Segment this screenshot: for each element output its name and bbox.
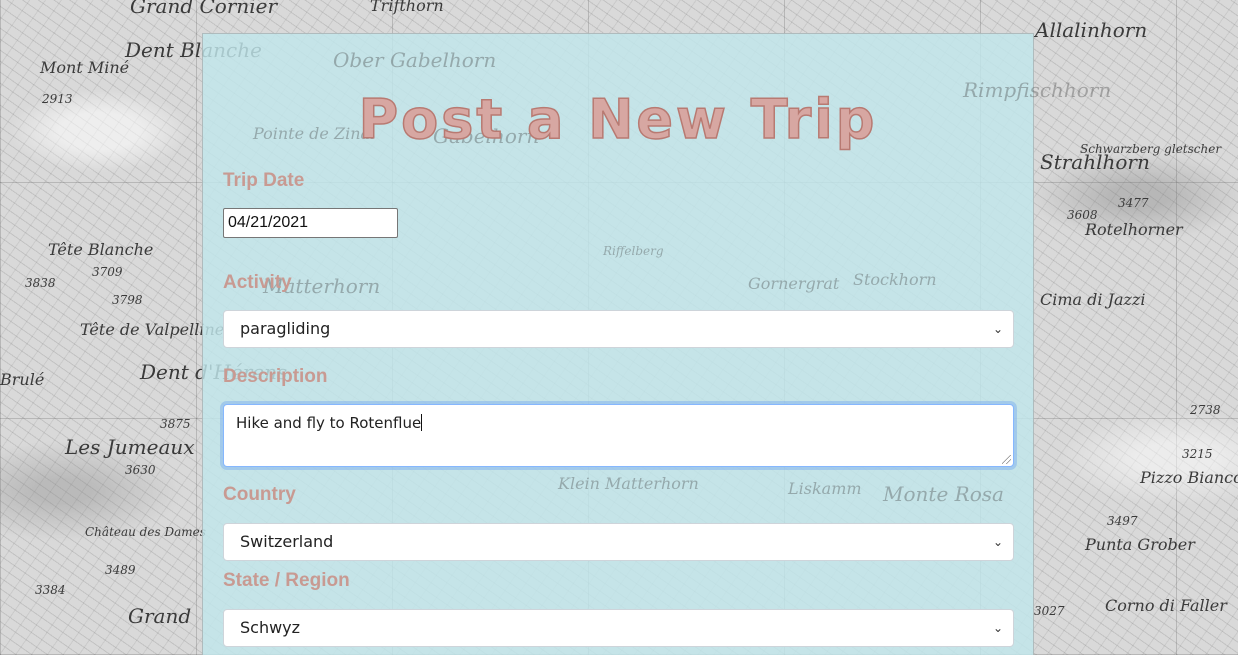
spot-height: 3477 (1118, 196, 1149, 210)
spot-height: 2913 (42, 92, 73, 106)
spot-height: 3608 (1067, 208, 1098, 222)
spot-height: 3875 (160, 417, 191, 431)
map-label: Les Jumeaux (65, 435, 195, 459)
map-label: Trifthorn (370, 0, 444, 15)
spot-height: 3497 (1107, 514, 1138, 528)
map-label: Château des Dames (85, 525, 206, 539)
spot-height: 3489 (105, 563, 136, 577)
country-select[interactable]: Switzerland ⌄ (223, 523, 1014, 561)
state-region-select[interactable]: Schwyz ⌄ (223, 609, 1014, 647)
spot-height: 3215 (1182, 447, 1213, 461)
spot-height: 3798 (112, 293, 143, 307)
map-label: Grand Cornier (130, 0, 278, 18)
spot-height: 3838 (25, 276, 56, 290)
chevron-down-icon: ⌄ (992, 621, 1003, 635)
map-label: Klein Matterhorn (558, 474, 699, 493)
map-label: Monte Rosa (883, 482, 1004, 506)
state-region-select-value: Schwyz (240, 618, 301, 637)
spot-height: 3709 (92, 265, 123, 279)
spot-height: 3630 (125, 463, 156, 477)
map-label: Ober Gabelhorn (333, 48, 497, 72)
activity-select[interactable]: paragliding ⌄ (223, 310, 1014, 348)
spot-height: 3384 (35, 583, 66, 597)
activity-select-value: paragliding (240, 319, 331, 338)
map-label: Rotelhorner (1085, 220, 1183, 239)
map-label: Schwarzberg gletscher (1080, 142, 1222, 156)
map-label: Gornergrat (748, 274, 840, 293)
map-label: Grand (128, 604, 192, 628)
country-label: Country (223, 484, 296, 505)
page-title: Post a New Trip (358, 87, 878, 152)
map-label: Punta Grober (1085, 535, 1195, 554)
activity-label: Activity (223, 272, 292, 293)
map-label: Corno di Faller (1105, 596, 1227, 615)
description-textarea[interactable]: Hike and fly to Rotenflue (223, 404, 1014, 467)
map-label: Riffelberg (603, 244, 664, 258)
map-label: Cima di Jazzi (1040, 290, 1146, 309)
map-label: Tête Blanche (48, 240, 154, 259)
spot-height: 2738 (1190, 403, 1221, 417)
spot-height: 3027 (1034, 604, 1065, 618)
map-label: Stockhorn (853, 270, 937, 289)
map-label: Liskamm (788, 479, 862, 498)
chevron-down-icon: ⌄ (992, 322, 1003, 336)
map-label: Pizzo Bianco (1140, 468, 1238, 487)
map-label: Brulé (0, 370, 45, 389)
chevron-down-icon: ⌄ (992, 535, 1003, 549)
trip-date-input[interactable]: 04/21/2021 (223, 208, 398, 238)
country-select-value: Switzerland (240, 532, 334, 551)
map-label: Mont Miné (40, 58, 130, 77)
text-caret (421, 414, 423, 431)
description-label: Description (223, 366, 328, 387)
description-text: Hike and fly to Rotenflue (236, 414, 422, 432)
state-region-label: State / Region (223, 570, 350, 591)
trip-form-panel: Ober Gabelhorn Rimpfischhorn Pointe de Z… (202, 33, 1111, 655)
map-label: Allalinhorn (1035, 18, 1148, 42)
resize-grip-icon[interactable] (1002, 455, 1011, 464)
trip-date-label: Trip Date (223, 170, 305, 191)
